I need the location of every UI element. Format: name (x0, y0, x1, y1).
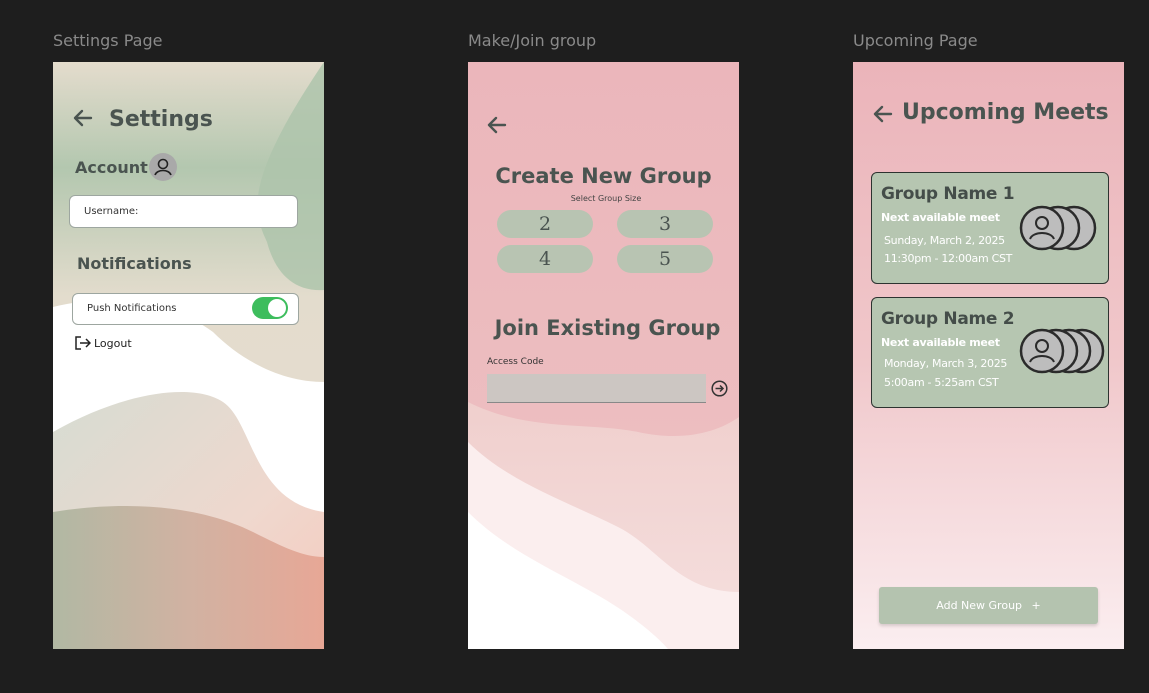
next-meet-label: Next available meet (881, 336, 1000, 349)
group-size-option-5[interactable]: 5 (617, 245, 713, 273)
page-title: Upcoming Meets (902, 100, 1109, 125)
push-notifications-label: Push Notifications (87, 303, 177, 314)
group-size-option-3[interactable]: 3 (617, 210, 713, 238)
push-notifications-toggle[interactable] (252, 297, 288, 319)
group-size-option-4[interactable]: 4 (497, 245, 593, 273)
plus-icon: + (1031, 599, 1041, 612)
group-name: Group Name 1 (881, 184, 1015, 204)
add-new-group-label: Add New Group (936, 599, 1023, 612)
upcoming-screen: Upcoming Meets Group Name 1 Next availab… (853, 62, 1124, 649)
meet-date: Monday, March 3, 2025 (884, 357, 1008, 370)
back-arrow-icon[interactable] (873, 104, 893, 124)
meet-date: Sunday, March 2, 2025 (884, 234, 1005, 247)
back-arrow-icon[interactable] (73, 108, 93, 128)
back-arrow-icon[interactable] (487, 115, 507, 135)
group-size-option-2[interactable]: 2 (497, 210, 593, 238)
group-screen: Create New Group Select Group Size 2 3 4… (468, 62, 739, 649)
username-field[interactable]: Username: (69, 195, 298, 228)
toggle-knob (268, 299, 286, 317)
join-group-title: Join Existing Group (494, 316, 721, 340)
meet-time: 5:00am - 5:25am CST (884, 376, 999, 389)
frame-label-settings: Settings Page (53, 31, 163, 50)
settings-background (53, 62, 324, 649)
group-name: Group Name 2 (881, 309, 1015, 329)
access-code-label: Access Code (487, 357, 544, 367)
frame-label-group: Make/Join group (468, 31, 597, 50)
push-notifications-row: Push Notifications (72, 293, 299, 325)
group-size-label: Select Group Size (570, 194, 642, 203)
logout-icon (75, 336, 91, 350)
group-background (468, 62, 739, 649)
avatar-group-icon (1019, 205, 1097, 251)
settings-screen: Settings Account Username: Notifications… (53, 62, 324, 649)
meet-time: 11:30pm - 12:00am CST (884, 252, 1013, 265)
frame-label-upcoming: Upcoming Page (853, 31, 978, 50)
add-new-group-button[interactable]: Add New Group + (879, 587, 1098, 624)
next-meet-label: Next available meet (881, 211, 1000, 224)
account-label: Account (75, 158, 148, 177)
logout-label: Logout (94, 337, 132, 350)
arrow-circle-right-icon[interactable] (711, 380, 728, 397)
access-code-input[interactable] (487, 374, 706, 403)
group-card[interactable]: Group Name 1 Next available meet Sunday,… (871, 172, 1109, 284)
page-title: Settings (109, 107, 213, 132)
create-group-title: Create New Group (495, 164, 712, 188)
user-icon[interactable] (149, 153, 177, 181)
notifications-title: Notifications (77, 254, 192, 273)
avatar-group-icon (1019, 328, 1105, 374)
group-card[interactable]: Group Name 2 Next available meet Monday,… (871, 297, 1109, 408)
username-label: Username: (84, 206, 139, 217)
